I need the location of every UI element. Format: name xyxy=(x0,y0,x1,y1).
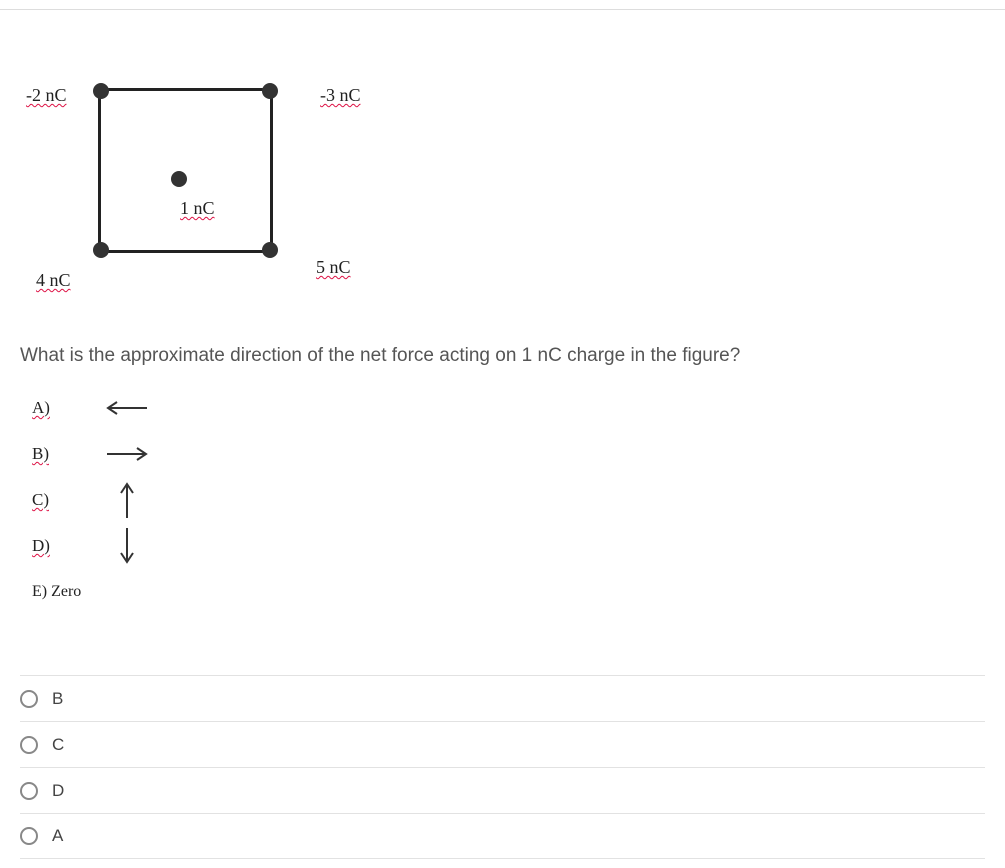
arrow-down-icon xyxy=(102,524,152,568)
charge-label-top-right: -3 nC xyxy=(320,85,361,106)
answer-key: A) B) C) D) xyxy=(32,385,985,615)
charge-label-bottom-left: 4 nC xyxy=(36,270,71,291)
arrow-left-icon xyxy=(102,386,152,430)
square-frame xyxy=(98,88,273,253)
option-row[interactable]: C xyxy=(20,721,985,767)
options-list: B C D A xyxy=(20,675,985,859)
answer-key-letter-b: B) xyxy=(32,444,102,464)
answer-key-row-d: D) xyxy=(32,523,985,569)
charge-dot-top-left xyxy=(93,83,109,99)
top-divider xyxy=(0,0,1005,10)
charge-dot-bottom-right xyxy=(262,242,278,258)
charge-dot-top-right xyxy=(262,83,278,99)
option-row[interactable]: D xyxy=(20,767,985,813)
radio-icon[interactable] xyxy=(20,827,38,845)
option-label: B xyxy=(52,689,63,709)
answer-key-row-c: C) xyxy=(32,477,985,523)
charge-dot-center xyxy=(171,171,187,187)
option-label: C xyxy=(52,735,64,755)
charge-diagram: -2 nC -3 nC 4 nC 5 nC 1 nC xyxy=(20,85,380,305)
answer-key-row-e: E) Zero xyxy=(32,569,985,615)
answer-key-row-b: B) xyxy=(32,431,985,477)
option-row[interactable]: B xyxy=(20,675,985,721)
radio-icon[interactable] xyxy=(20,690,38,708)
answer-key-letter-c: C) xyxy=(32,490,102,510)
answer-key-letter-d: D) xyxy=(32,536,102,556)
option-label: D xyxy=(52,781,64,801)
answer-key-letter-e: E) Zero xyxy=(32,583,81,601)
radio-icon[interactable] xyxy=(20,782,38,800)
arrow-up-icon xyxy=(102,478,152,522)
option-label: A xyxy=(52,826,63,846)
charge-label-bottom-right: 5 nC xyxy=(316,257,351,278)
charge-dot-bottom-left xyxy=(93,242,109,258)
question-text: What is the approximate direction of the… xyxy=(20,345,985,367)
answer-key-letter-a: A) xyxy=(32,398,102,418)
answer-key-row-a: A) xyxy=(32,385,985,431)
radio-icon[interactable] xyxy=(20,736,38,754)
arrow-right-icon xyxy=(102,432,152,476)
charge-label-top-left: -2 nC xyxy=(26,85,67,106)
option-row[interactable]: A xyxy=(20,813,985,859)
